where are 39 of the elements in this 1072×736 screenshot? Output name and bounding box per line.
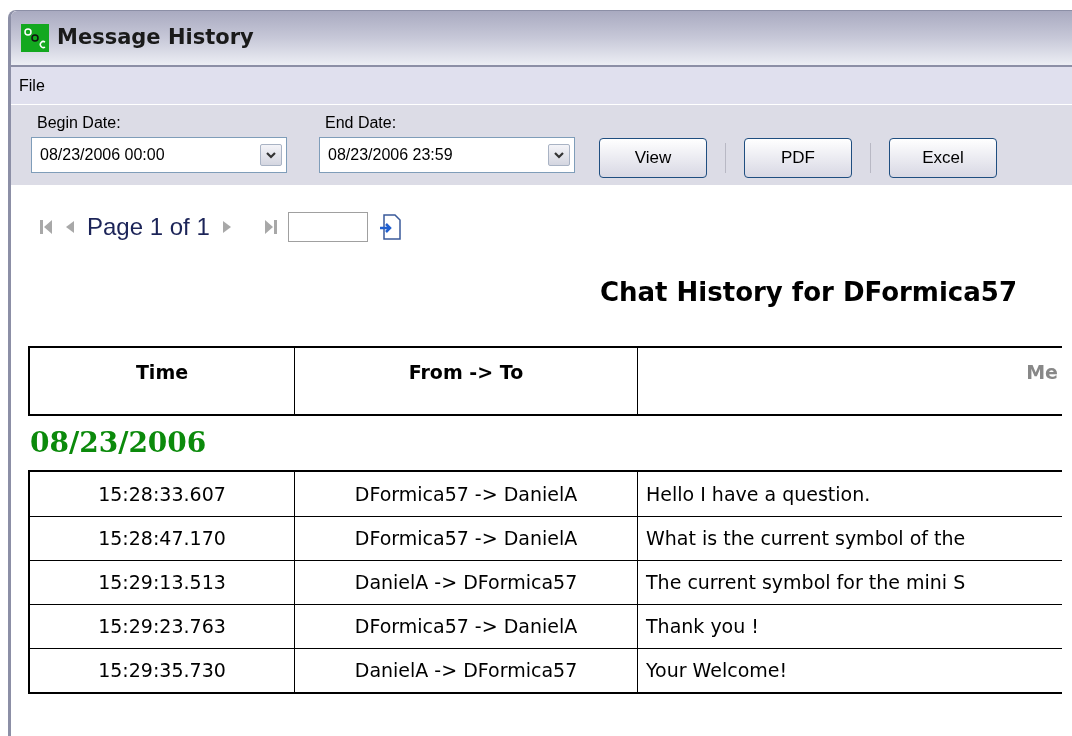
table-cell: 15:29:13.513 [30, 561, 295, 604]
go-to-page-icon[interactable] [377, 213, 402, 241]
table-cell: 15:29:35.730 [30, 649, 295, 692]
table-cell-text: Thank you ! [645, 614, 760, 640]
app-logo-icon [21, 24, 49, 52]
column-header: Time [30, 348, 295, 414]
date-dropdown[interactable]: 08/23/2006 00:00 [31, 137, 287, 173]
table-cell-text: The current symbol for the mini S [645, 570, 967, 596]
toolbar-button[interactable]: Excel [889, 138, 997, 178]
page-indicator: Page 1 of 1 [87, 212, 210, 242]
menu-item[interactable]: File [19, 73, 45, 98]
dropdown-button[interactable] [548, 144, 570, 166]
dropdown-button[interactable] [260, 144, 282, 166]
column-header: Me [1025, 360, 1059, 385]
table-cell: DanielA -> DFormica57 [295, 649, 638, 692]
chevron-down-icon [266, 151, 276, 159]
table-cell: DanielA -> DFormica57 [295, 561, 638, 604]
table-cell: 15:29:23.763 [30, 605, 295, 648]
chevron-down-icon [554, 151, 564, 159]
first-page-icon[interactable] [39, 218, 53, 236]
date-dropdown[interactable]: 08/23/2006 23:59 [319, 137, 575, 173]
table-cell: 15:28:47.170 [30, 517, 295, 560]
table-cell: 15:28:33.607 [30, 472, 295, 516]
column-header: From -> To [295, 348, 638, 414]
last-page-icon[interactable] [263, 218, 278, 236]
date-group-heading: 08/23/2006 [29, 425, 207, 461]
toolbar-button[interactable]: PDF [744, 138, 852, 178]
report-title: Chat History for DFormica57 [599, 276, 1017, 309]
toolbar-button[interactable]: View [599, 138, 707, 178]
table-cell-text: Hello I have a question. [645, 481, 872, 507]
table-cell-text: What is the current symbol of the [645, 526, 967, 552]
window-title: Message History [57, 24, 254, 52]
table-cell: DFormica57 -> DanielA [295, 605, 638, 648]
table-cell: DFormica57 -> DanielA [295, 517, 638, 560]
table-cell-text: Your Welcome! [645, 658, 789, 684]
page-input[interactable] [287, 212, 368, 242]
field-label: End Date: [324, 113, 398, 133]
field-label: Begin Date: [36, 113, 122, 133]
table-cell: DFormica57 -> DanielA [295, 472, 638, 516]
